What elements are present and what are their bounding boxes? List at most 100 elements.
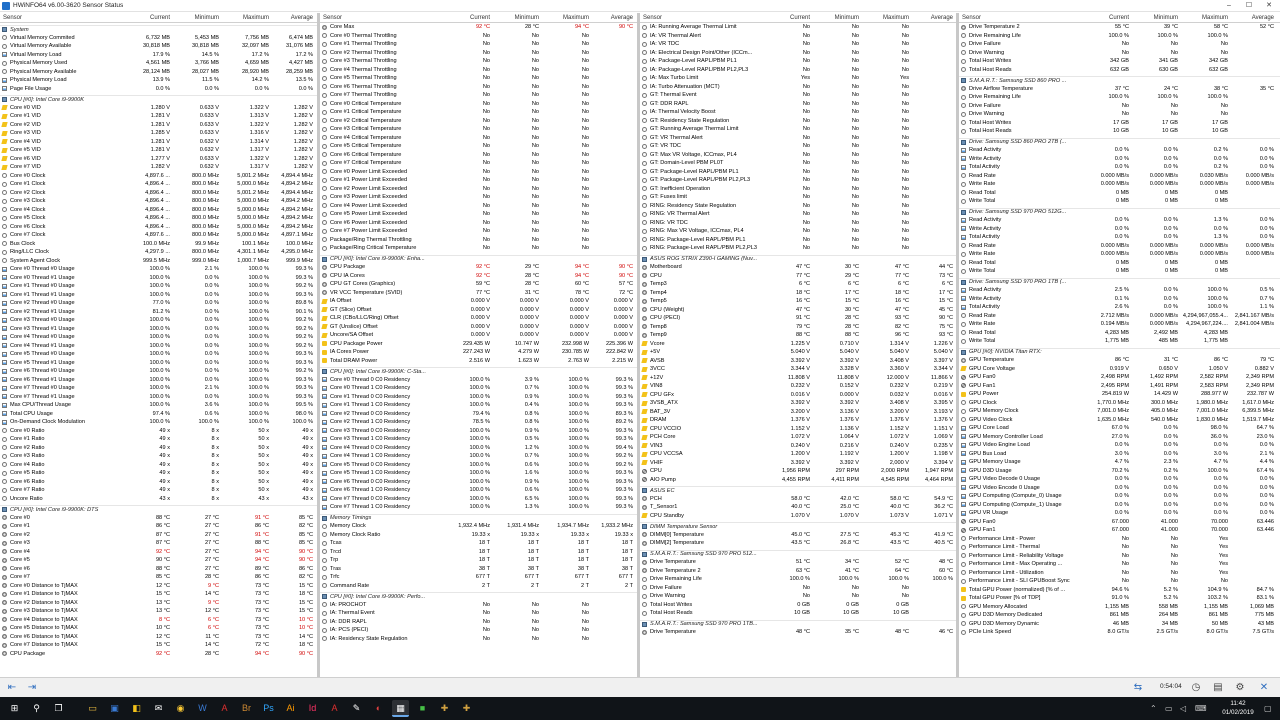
column-header-current[interactable]: Current [447, 13, 492, 22]
sensor-row[interactable]: Write Total 0 MB 0 MB 0 MB [959, 267, 1280, 276]
sensor-row[interactable]: Core #2 Thread #1 Usage 81.2 % 0.0 % 100.0 … [0, 308, 317, 317]
sensor-row[interactable]: Total Host Writes 0 GB 0 GB 0 GB [640, 601, 956, 610]
column-header-minimum[interactable]: Minimum [492, 13, 541, 22]
sensor-row[interactable]: CPU GFx 0.016 V 0.000 V 0.032 V 0.016 V [640, 391, 956, 400]
network-tray-icon[interactable]: ▭ [1165, 704, 1173, 713]
sensor-row[interactable]: Core #4 92 °C 27 °C 94 °C 90 °C [0, 548, 317, 557]
sensor-row[interactable]: GT: VR TDC No No No [640, 142, 956, 151]
sensor-group[interactable]: Drive: Samsung SSD 860 PRO 2TB (... [959, 137, 1280, 147]
sensor-row[interactable]: Write Rate 0.000 MB/s 0.000 MB/s 0.000 MB/s… [959, 250, 1280, 259]
sensor-row[interactable]: CPU Package 92 °C 28 °C 94 °C 90 °C [0, 650, 317, 659]
app-icon-3[interactable]: ◧ [128, 700, 145, 717]
sensor-row[interactable]: Core #5 Ratio 49 x8 x 50 x 49 x [0, 469, 317, 478]
sensor-row[interactable]: CPU (PECI) 91 °C 28 °C 93 °C 90 °C [640, 314, 956, 323]
app-icon-19[interactable]: ✚ [458, 700, 475, 717]
sensor-row[interactable]: Total Host Reads 10 GB 10 GB 10 GB [959, 127, 1280, 136]
table-header[interactable]: Sensor Current Minimum Maximum Average [640, 13, 956, 23]
sensor-row[interactable]: Drive Warning No No No [640, 592, 956, 601]
sensor-row[interactable]: Command Rate 2 T2 T2 T2 T [320, 582, 637, 591]
sensor-row[interactable]: Core #2 Distance to TjMAX 13 °C 9 °C 73 °C 1… [0, 599, 317, 608]
sensor-row[interactable]: Uncore/SA Offset 0.000 V 0.000 V 0.000 V 0.0… [320, 331, 637, 340]
sensor-row[interactable]: RING: Max VR Voltage, ICCmax, PL4 No No No [640, 227, 956, 236]
sensor-row[interactable]: Core #4 Clock 4,896.4 ... 800.0 MHz 5,000.0… [0, 206, 317, 215]
sensor-row[interactable]: GT: Domain-Level PBM PL0T No No No [640, 159, 956, 168]
report-icon[interactable]: ▤ [1210, 681, 1226, 695]
sensor-row[interactable]: Temp3 6 °C 6 °C 6 °C 6 °C [640, 280, 956, 289]
sensor-row[interactable]: CPU 77 °C 29 °C 77 °C 73 °C [640, 272, 956, 281]
sensor-row[interactable]: Core #7 Clock 4,897.6 ... 800.0 MHz 5,000.0… [0, 231, 317, 240]
network-icon[interactable]: ⇆ [1130, 681, 1146, 695]
sensor-row[interactable]: Write Activity 0.0 % 0.0 % 0.0 % 0.0 % [959, 225, 1280, 234]
search-icon[interactable]: ⚲ [28, 700, 45, 717]
sensor-row[interactable]: Total Activity 0.0 % 0.0 % 0.2 % 0.0 % [959, 163, 1280, 172]
sensor-row[interactable]: GT: Inefficient Operation No No No [640, 185, 956, 194]
sensor-row[interactable]: Physical Memory Used 4,561 MB 3,766 MB 4,65… [0, 59, 317, 68]
sensor-row[interactable]: DRAM 1.376 V 1.376 V 1.376 V 1.376 V [640, 416, 956, 425]
sensor-row[interactable]: Core #2 Power Limit Exceeded No No No [320, 185, 637, 194]
pdf-icon[interactable]: A [216, 700, 233, 717]
sensor-panel-3[interactable]: Sensor Current Minimum Maximum Average IA: Ru… [640, 13, 959, 677]
sensor-group[interactable]: CPU [#0]: Intel Core i9-9900K: Enha... [320, 254, 637, 264]
column-header-sensor[interactable]: Sensor [320, 13, 447, 22]
sensor-row[interactable]: IA Cores Power 227.243 W 4.279 W 230.785 W2… [320, 348, 637, 357]
sensor-row[interactable]: Total Activity 0.0 % 0.0 % 1.3 % 0.0 % [959, 233, 1280, 242]
sensor-group[interactable]: S.M.A.R.T.: Samsung SSD 860 PRO ... [959, 76, 1280, 85]
sensor-row[interactable]: IA Offset 0.000 V 0.000 V 0.000 V 0.000 V [320, 297, 637, 306]
sensor-row[interactable]: IA: Thermal Velocity Boost No No No [640, 108, 956, 117]
sensor-row[interactable]: Temp5 16 °C 15 °C 16 °C 15 °C [640, 297, 956, 306]
indesign-icon[interactable]: Id [304, 700, 321, 717]
sensor-row[interactable]: Read Activity 2.5 % 0.0 % 100.0 % 0.5 % [959, 286, 1280, 295]
sensor-row[interactable]: PCH 58.0 °C 42.0 °C 58.0 °C 54.9 °C [640, 495, 956, 504]
table-header[interactable]: Sensor Current Minimum Maximum Average [0, 13, 317, 23]
sensor-row[interactable]: GT: Package-Level RAPL/PBM PL2,PL3 No No No [640, 176, 956, 185]
sensor-row[interactable]: Drive Temperature 51 °C 34 °C 52 °C 48 °C [640, 558, 956, 567]
sensor-row[interactable]: IA: Residency State Regulation No No No [320, 635, 637, 644]
sensor-row[interactable]: Motherboard 47 °C 30 °C 47 °C 44 °C [640, 263, 956, 272]
sensor-row[interactable]: T_Sensor1 40.0 °C 25.0 °C 40.0 °C 36.2 °C [640, 503, 956, 512]
sensor-row[interactable]: IA: VR TDC No No No [640, 40, 956, 49]
sensor-row[interactable]: Core #3 Power Limit Exceeded No No No [320, 193, 637, 202]
sensor-row[interactable]: Core #6 Thread 1 C0 Residency 100.0 % 0.6 … [320, 486, 637, 495]
sensor-row[interactable]: Performance Limit - Reliability Voltage N… [959, 552, 1280, 561]
sensor-row[interactable]: Core #7 VID 1.282 V 0.632 V 1.317 V 1.282 V [0, 163, 317, 172]
column-header-current[interactable]: Current [127, 13, 172, 22]
table-header[interactable]: Sensor Current Minimum Maximum Average [959, 13, 1280, 23]
column-header-current[interactable]: Current [767, 13, 812, 22]
sensor-row[interactable]: GT (Slice) Offset 0.000 V 0.000 V 0.000 V 0.… [320, 306, 637, 315]
sensor-row[interactable]: Core #0 Ratio 49 x8 x 50 x 49 x [0, 427, 317, 436]
sensor-row[interactable]: CPU VCCSA 1.200 V 1.192 V 1.200 V 1.198 V [640, 450, 956, 459]
app-icon-18[interactable]: ✚ [436, 700, 453, 717]
column-header-sensor[interactable]: Sensor [959, 13, 1086, 22]
table-header[interactable]: Sensor Current Minimum Maximum Average [320, 13, 637, 23]
sensor-row[interactable]: Core #5 Thread #1 Usage 100.0 % 0.0 % 100.0… [0, 359, 317, 368]
sensor-group[interactable]: CPU [#0]: Intel Core i9-9900K [0, 95, 317, 104]
sensor-row[interactable]: Core #0 Clock 4,897.6 ... 800.0 MHz 5,001.2… [0, 172, 317, 181]
sensor-row[interactable]: Core #6 Critical Temperature No No No [320, 151, 637, 160]
sensor-row[interactable]: Core #6 Distance to TjMAX 12 °C 11 °C 73 °C… [0, 633, 317, 642]
sensor-group[interactable]: CPU [#0]: Intel Core i9-9900K: C-Sta... [320, 367, 637, 376]
sensor-row[interactable]: GPU Fan1 2,495 RPM 1,491 RPM 2,583 RPM 2,349… [959, 382, 1280, 391]
sensor-row[interactable]: Read Rate 0.000 MB/s 0.000 MB/s 0.000 MB/s 0… [959, 242, 1280, 251]
close-button[interactable]: ✕ [1260, 1, 1278, 11]
sensor-row[interactable]: Core #1 86 °C 27 °C 86 °C 82 °C [0, 522, 317, 531]
sensor-row[interactable]: Core #1 Ratio 49 x8 x 50 x 49 x [0, 435, 317, 444]
sensor-row[interactable]: Drive Warning No No No [959, 49, 1280, 58]
sensor-row[interactable]: GPU Clock 1,770.0 MHz 300.0 MHz 1,980.0 MHz… [959, 399, 1280, 408]
sensor-row[interactable]: Write Activity 0.1 % 0.0 % 100.0 % 0.7 % [959, 295, 1280, 304]
sensor-row[interactable]: GPU Video Clock 1,635.0 MHz 540.0 MHz 1,830… [959, 416, 1280, 425]
sensor-row[interactable]: Bus Clock 100.0 MHz 99.9 MHz 100.1 MHz 100.0… [0, 240, 317, 249]
sensor-row[interactable]: Core #7 85 °C 28 °C 86 °C 82 °C [0, 573, 317, 582]
sensor-row[interactable]: Core #3 Thread #0 Usage 100.0 % 0.0 % 100.0… [0, 316, 317, 325]
sensor-row[interactable]: Read Total 4,283 MB 2,492 MB 4,283 MB [959, 329, 1280, 338]
sensor-row[interactable]: Drive Temperature 2 55 °C 39 °C 58 °C 52 °C [959, 23, 1280, 32]
sensor-row[interactable]: Tras 38 T 38 T 38 T 38 T [320, 565, 637, 574]
sensor-row[interactable]: Virtual Memory Load 17.9 % 14.5 % 17.2 % 17.… [0, 51, 317, 60]
sensor-row[interactable]: IA: Package-Level RAPL/PBM PL1 No No No [640, 57, 956, 66]
sensor-row[interactable]: Drive Remaining Life 100.0 % 100.0 % 100.0 … [959, 93, 1280, 102]
sensor-row[interactable]: Total CPU Usage 97.4 % 0.6 % 100.0 % 98.0 % [0, 410, 317, 419]
sensor-row[interactable]: IA: DDR RAPL No No No [320, 618, 637, 627]
column-header-sensor[interactable]: Sensor [640, 13, 767, 22]
app-icon-14[interactable]: ✎ [348, 700, 365, 717]
sensor-row[interactable]: Performance Limit - Thermal No No Yes [959, 543, 1280, 552]
sensor-row[interactable]: +5V 5.040 V 5.040 V 5.040 V 5.040 V [640, 348, 956, 357]
